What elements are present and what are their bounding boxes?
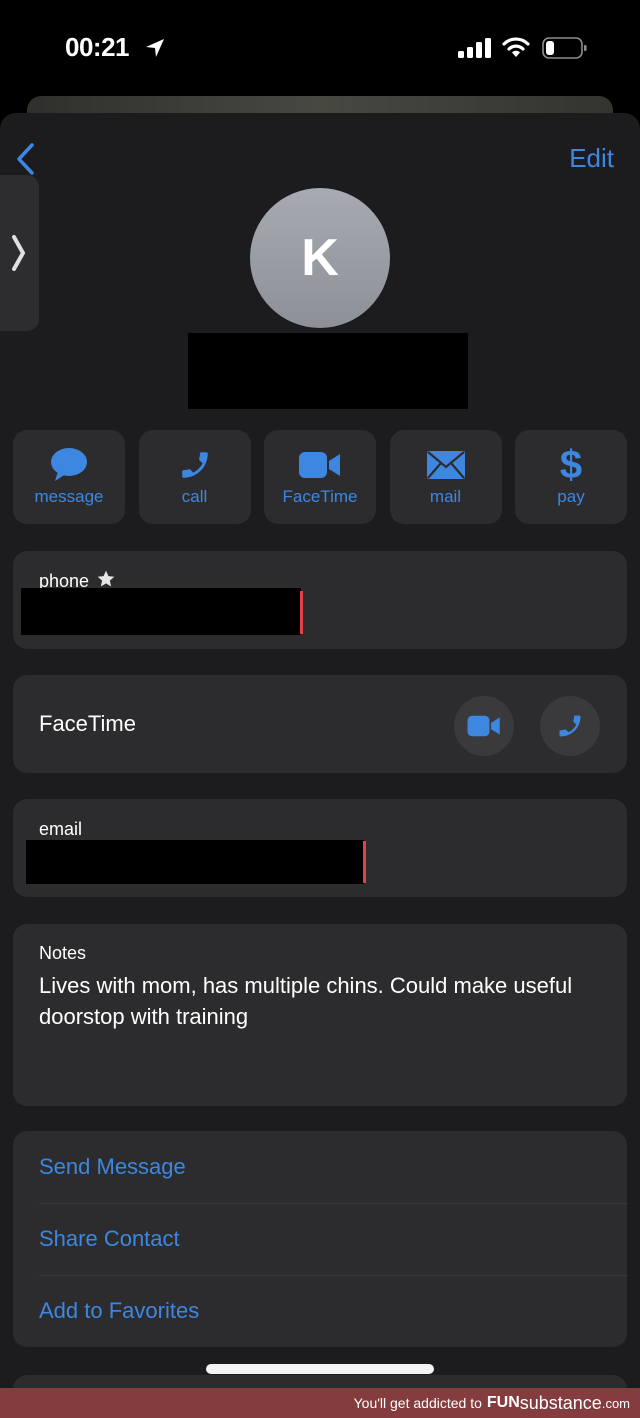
contact-card-sheet: Edit K message call FaceTime mail $ pay …: [0, 113, 640, 1388]
quick-actions: message call FaceTime mail $ pay: [13, 430, 627, 524]
status-bar: 00:21: [0, 0, 640, 96]
chevron-left-icon: [17, 143, 34, 175]
send-message-link[interactable]: Send Message: [39, 1131, 627, 1203]
wifi-icon: [502, 37, 530, 57]
message-label: message: [34, 487, 104, 506]
phone-value-redacted: [21, 588, 301, 635]
svg-text:$: $: [560, 445, 582, 485]
message-bubble-icon: [51, 448, 87, 481]
email-value-redacted: [26, 840, 364, 884]
contact-avatar: K: [250, 188, 390, 328]
notes-field[interactable]: Notes Lives with mom, has multiple chins…: [13, 924, 627, 1106]
battery-low-icon: [542, 37, 587, 59]
watermark-brand-rest: substance: [519, 1392, 602, 1413]
location-arrow-icon: [146, 39, 164, 57]
call-label: call: [181, 487, 208, 506]
contact-actions-list: Send Message Share Contact Add to Favori…: [13, 1131, 627, 1347]
watermark-bar: You'll get addicted to FUN substance .co…: [0, 1388, 640, 1418]
mail-button[interactable]: mail: [389, 430, 502, 524]
home-indicator[interactable]: [206, 1364, 434, 1374]
edit-button[interactable]: Edit: [569, 143, 614, 174]
facetime-row: FaceTime: [13, 675, 627, 773]
watermark-prefix: You'll get addicted to: [353, 1395, 482, 1411]
watermark-brand: FUN: [486, 1394, 520, 1411]
share-contact-link[interactable]: Share Contact: [39, 1203, 627, 1275]
facetime-row-label: FaceTime: [39, 711, 136, 736]
phone-icon: [181, 452, 208, 478]
star-icon: [97, 570, 115, 587]
avatar-initial: K: [301, 229, 339, 287]
redaction-mark: [363, 841, 366, 883]
dollar-icon: $: [560, 445, 582, 485]
facetime-button[interactable]: FaceTime: [264, 430, 376, 524]
back-button[interactable]: [10, 139, 40, 179]
phone-field[interactable]: phone: [13, 551, 627, 649]
pay-label: pay: [557, 487, 585, 506]
mail-label: mail: [429, 487, 462, 506]
message-button[interactable]: message: [13, 430, 125, 524]
pay-button[interactable]: $ pay: [515, 430, 627, 524]
envelope-icon: [426, 451, 465, 479]
facetime-audio-button[interactable]: [540, 696, 600, 756]
status-time: 00:21: [65, 32, 130, 62]
chevron-right-icon: [12, 235, 25, 271]
next-section-card: [13, 1375, 627, 1388]
notes-text: Lives with mom, has multiple chins. Coul…: [39, 973, 573, 1029]
cellular-signal-icon: [458, 38, 491, 58]
redaction-mark: [300, 591, 303, 634]
facetime-label: FaceTime: [282, 487, 358, 506]
video-camera-icon: [467, 715, 500, 737]
video-camera-icon: [299, 452, 340, 478]
notes-label: Notes: [39, 943, 87, 963]
add-to-favorites-link[interactable]: Add to Favorites: [39, 1275, 627, 1347]
phone-icon: [559, 715, 581, 737]
side-panel-tab[interactable]: [0, 175, 39, 331]
call-button[interactable]: call: [138, 430, 251, 524]
contact-name-redacted: [188, 333, 468, 409]
email-label: email: [39, 819, 83, 839]
facetime-video-button[interactable]: [454, 696, 514, 756]
watermark-tld: .com: [601, 1395, 630, 1411]
email-field[interactable]: email: [13, 799, 627, 897]
